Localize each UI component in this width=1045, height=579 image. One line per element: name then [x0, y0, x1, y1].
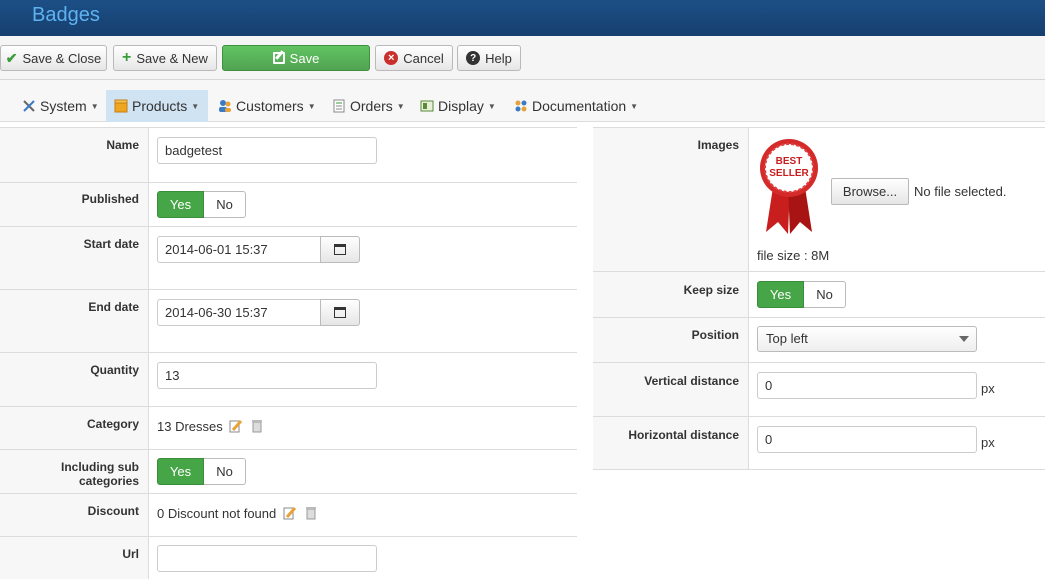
published-label: Published — [81, 192, 139, 206]
help-icon: ? — [466, 51, 481, 65]
chevron-down-icon — [959, 336, 969, 342]
menu-documentation[interactable]: Documentation ▼ — [506, 90, 646, 122]
main-menu: System ▼ Products ▼ Customers ▼ Orders ▼ — [0, 80, 1045, 122]
box-icon — [114, 99, 128, 113]
category-label: Category — [86, 417, 139, 431]
calendar-icon — [334, 244, 346, 255]
keep-size-no-button[interactable]: No — [804, 281, 846, 308]
edit-icon — [272, 52, 285, 64]
horizontal-distance-input[interactable]: 0 — [757, 426, 977, 453]
end-date-calendar-button[interactable] — [320, 299, 360, 326]
images-label: Images — [697, 138, 739, 152]
caret-icon: ▼ — [487, 101, 496, 111]
end-date-row: End date 2014-06-30 15:37 — [0, 289, 577, 352]
position-row: Position Top left — [593, 317, 1045, 362]
images-row: Images BEST SELLER Browse... No file sel… — [593, 127, 1045, 271]
caret-icon: ▼ — [307, 101, 316, 111]
start-date-calendar-button[interactable] — [320, 236, 360, 263]
position-select[interactable]: Top left — [757, 326, 977, 352]
file-size-text: file size : 8M — [757, 248, 830, 263]
check-icon: ✔ — [5, 49, 18, 66]
sub-categories-yes-button[interactable]: Yes — [157, 458, 204, 485]
edit-icon[interactable] — [283, 506, 297, 520]
cancel-button[interactable]: × Cancel — [375, 45, 453, 71]
menu-products[interactable]: Products ▼ — [106, 90, 208, 122]
display-icon — [420, 100, 434, 112]
name-label: Name — [106, 138, 139, 152]
caret-icon: ▼ — [90, 101, 99, 111]
menu-system[interactable]: System ▼ — [14, 90, 107, 122]
vertical-distance-input[interactable]: 0 — [757, 372, 977, 399]
quantity-label: Quantity — [90, 363, 139, 377]
svg-text:BEST: BEST — [776, 156, 803, 167]
keep-size-yes-button[interactable]: Yes — [757, 281, 804, 308]
no-file-text: No file selected. — [914, 184, 1007, 199]
gear-icon — [515, 100, 527, 112]
toolbar: ✔ Save & Close + Save & New Save × Cance… — [0, 36, 1045, 80]
position-value: Top left — [766, 331, 808, 346]
menu-orders[interactable]: Orders ▼ — [324, 90, 413, 122]
caret-icon: ▼ — [396, 101, 405, 111]
keep-size-toggle: Yes No — [757, 281, 846, 308]
published-no-button[interactable]: No — [204, 191, 246, 218]
published-row: Published Yes No — [0, 182, 577, 226]
horizontal-distance-unit: px — [981, 435, 995, 450]
plus-icon: + — [122, 49, 132, 66]
save-close-button[interactable]: ✔ Save & Close — [0, 45, 107, 71]
vertical-distance-unit: px — [981, 381, 995, 396]
quantity-input[interactable]: 13 — [157, 362, 377, 389]
calendar-icon — [334, 307, 346, 318]
category-value: 13 Dresses — [157, 419, 223, 434]
sub-categories-no-button[interactable]: No — [204, 458, 246, 485]
start-date-label: Start date — [83, 237, 139, 251]
trash-icon[interactable] — [250, 419, 264, 433]
position-label: Position — [691, 328, 739, 342]
badge-image: BEST SELLER — [760, 139, 818, 234]
edit-icon[interactable] — [229, 419, 243, 433]
discount-value-group: 0 Discount not found — [157, 506, 318, 521]
users-icon — [219, 100, 231, 112]
vertical-distance-label: Vertical distance — [644, 374, 739, 388]
page-title: Badges — [32, 4, 100, 26]
quantity-row: Quantity 13 — [0, 352, 577, 406]
sub-categories-toggle: Yes No — [157, 458, 246, 485]
url-input[interactable] — [157, 545, 377, 572]
vertical-distance-row: Vertical distance 0 px — [593, 362, 1045, 416]
trash-icon[interactable] — [304, 506, 318, 520]
browse-button[interactable]: Browse... — [831, 178, 909, 205]
cancel-icon: × — [384, 51, 399, 65]
name-row: Name badgetest — [0, 127, 577, 182]
menu-display[interactable]: Display ▼ — [412, 90, 504, 122]
sub-categories-row: Including sub categories Yes No — [0, 449, 577, 493]
end-date-input[interactable]: 2014-06-30 15:37 — [157, 299, 321, 326]
end-date-label: End date — [88, 300, 139, 314]
help-button[interactable]: ? Help — [457, 45, 521, 71]
keep-size-label: Keep size — [683, 283, 739, 297]
keep-size-row: Keep size Yes No — [593, 271, 1045, 317]
save-button[interactable]: Save — [222, 45, 370, 71]
url-row: Url — [0, 536, 577, 579]
category-row: Category 13 Dresses — [0, 406, 577, 449]
page-header: Badges — [0, 0, 1045, 36]
discount-value: 0 Discount not found — [157, 506, 277, 521]
url-label: Url — [122, 547, 139, 561]
tools-icon — [23, 100, 35, 112]
published-toggle: Yes No — [157, 191, 246, 218]
discount-label: Discount — [87, 504, 139, 518]
sub-categories-label: Including sub categories — [61, 460, 139, 488]
caret-icon: ▼ — [630, 101, 639, 111]
published-yes-button[interactable]: Yes — [157, 191, 204, 218]
name-input[interactable]: badgetest — [157, 137, 377, 164]
menu-customers[interactable]: Customers ▼ — [210, 90, 324, 122]
discount-row: Discount 0 Discount not found — [0, 493, 577, 536]
start-date-input[interactable]: 2014-06-01 15:37 — [157, 236, 321, 263]
horizontal-distance-label: Horizontal distance — [628, 428, 739, 442]
category-value-group: 13 Dresses — [157, 419, 264, 434]
caret-icon: ▼ — [191, 101, 200, 111]
save-new-button[interactable]: + Save & New — [113, 45, 217, 71]
start-date-row: Start date 2014-06-01 15:37 — [0, 226, 577, 289]
orders-icon — [333, 99, 345, 113]
horizontal-distance-row: Horizontal distance 0 px — [593, 416, 1045, 470]
svg-text:SELLER: SELLER — [769, 168, 809, 179]
